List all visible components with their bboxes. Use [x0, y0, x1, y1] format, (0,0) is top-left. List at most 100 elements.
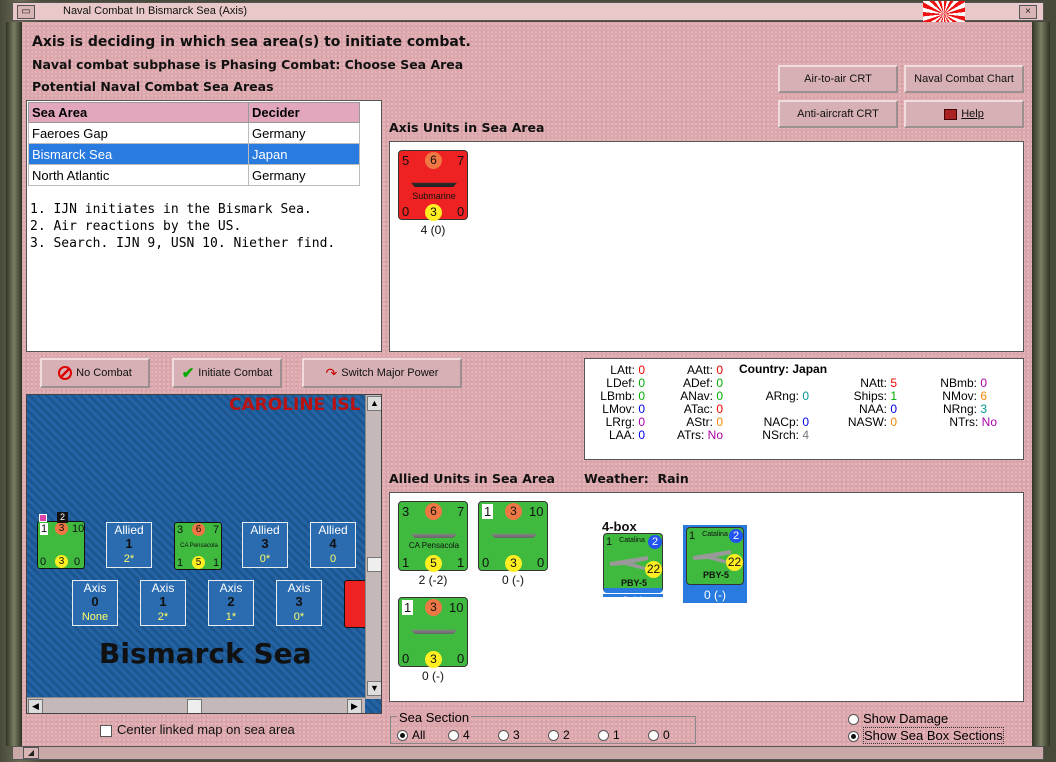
- stat-key: ADef:: [682, 376, 713, 390]
- weather-readout: Weather: Rain: [584, 471, 689, 486]
- stat-value: No: [981, 415, 997, 429]
- box-sub: None: [81, 611, 109, 623]
- counter-a: 0: [40, 556, 47, 568]
- axis-units-heading: Axis Units in Sea Area: [389, 120, 545, 135]
- horizontal-scrollbar[interactable]: ◀ ▶: [27, 697, 365, 713]
- close-icon[interactable]: ×: [1019, 5, 1037, 19]
- section-radio-3[interactable]: 3: [498, 728, 520, 742]
- flag-marker-icon: [39, 514, 47, 522]
- box-number: 1: [159, 594, 167, 609]
- counter-b: 3: [425, 204, 442, 221]
- stat-value: 6: [980, 389, 987, 403]
- stat-key: AStr:: [686, 415, 713, 429]
- initiate-combat-button[interactable]: ✔ Initiate Combat: [172, 358, 282, 388]
- scroll-right-icon[interactable]: ▶: [347, 699, 362, 713]
- axis-submarine-counter[interactable]: 5 6 7 Submarine 0 3 0: [398, 150, 468, 221]
- box-number: 4: [329, 536, 337, 551]
- scroll-thumb[interactable]: [187, 699, 202, 713]
- checkbox-box[interactable]: [100, 724, 112, 737]
- table-header-row: Sea Area Decider: [28, 102, 360, 123]
- allied-air-counter-selected[interactable]: 1 Catalina 2 22 PBY-5: [686, 527, 744, 585]
- help-button[interactable]: Help: [904, 100, 1024, 128]
- section-radio-2[interactable]: 2: [548, 728, 570, 742]
- cell-area: Faeroes Gap: [28, 122, 249, 144]
- counter-range: 22: [645, 561, 662, 578]
- axis-units-panel: 5 6 7 Submarine 0 3 0 4 (0): [389, 141, 1024, 352]
- rising-sun-flag-icon: [923, 1, 965, 23]
- stat-value: 0: [716, 389, 723, 403]
- scroll-down-icon[interactable]: ▼: [367, 681, 381, 696]
- scroll-thumb[interactable]: [367, 557, 381, 572]
- map-unit-counter[interactable]: 1 3 10 0 3 0: [37, 521, 85, 569]
- allied-sea-box[interactable]: Allied 4 0: [310, 522, 356, 568]
- section-radio-4[interactable]: 4: [448, 728, 470, 742]
- box-title: Axis: [219, 581, 243, 595]
- table-row[interactable]: North Atlantic Germany: [28, 164, 360, 186]
- stat-value: 3: [980, 402, 987, 416]
- anti-aircraft-crt-button[interactable]: Anti-aircraft CRT: [778, 100, 898, 128]
- note-line: 3. Search. IJN 9, USN 10. Niether find.: [30, 236, 336, 251]
- allied-convoy-counter[interactable]: 1 3 10 0 3 0: [398, 597, 468, 668]
- table-row-selected[interactable]: Bismarck Sea Japan: [28, 143, 360, 165]
- no-entry-icon: [58, 366, 73, 380]
- show-sections-radio[interactable]: Show Sea Box Sections: [848, 727, 1004, 744]
- table-row[interactable]: Faeroes Gap Germany: [28, 122, 360, 144]
- stat-key: NMov:: [942, 389, 977, 403]
- menu-icon[interactable]: ▭: [17, 5, 35, 19]
- counter-def: 2: [729, 529, 743, 543]
- allied-sea-box[interactable]: Allied 1 2*: [106, 522, 152, 568]
- section-radio-all[interactable]: All: [397, 728, 425, 742]
- section-radio-0[interactable]: 0: [648, 728, 670, 742]
- counter-name: CA Pensacola: [180, 543, 218, 549]
- region-label: CAROLINE ISL: [229, 395, 361, 415]
- cell-area: North Atlantic: [28, 164, 249, 186]
- no-combat-button[interactable]: No Combat: [40, 358, 150, 388]
- linked-map[interactable]: CAROLINE ISL 1 3 10 0 3 0 2 Allied 1 2* …: [26, 394, 382, 714]
- box-sub: 0: [329, 553, 337, 565]
- axis-sea-box[interactable]: Axis 1 2*: [140, 580, 186, 626]
- center-map-label: Center linked map on sea area: [117, 722, 295, 737]
- air-to-air-crt-button[interactable]: Air-to-air CRT: [778, 65, 898, 93]
- country-label: Country:: [739, 362, 789, 376]
- switch-major-power-button[interactable]: ↷ Switch Major Power: [302, 358, 462, 388]
- counter-b: 3: [55, 555, 68, 568]
- radio-label: 1: [613, 728, 620, 742]
- stat-value: 5: [890, 376, 897, 390]
- allied-units-panel: 3 6 7 CA Pensacola 1 5 1 2 (-2) 1 3 10 0…: [389, 492, 1024, 702]
- box-number: 3: [295, 594, 303, 609]
- section-radio-1[interactable]: 1: [598, 728, 620, 742]
- counter-b: 3: [505, 555, 522, 572]
- allied-convoy-counter[interactable]: 1 3 10 0 3 0: [478, 501, 548, 572]
- combat-notes[interactable]: 1. IJN initiates in the Bismark Sea. 2. …: [30, 201, 335, 252]
- axis-sea-box[interactable]: Axis 0 None: [72, 580, 118, 626]
- stat-key: AAtt:: [686, 363, 713, 377]
- box-sub: 2*: [123, 553, 135, 565]
- counter-mov: 7: [457, 504, 465, 519]
- checkmark-icon: ✔: [181, 365, 195, 382]
- naval-combat-chart-button[interactable]: Naval Combat Chart: [904, 65, 1024, 93]
- resize-left-icon[interactable]: ◢: [23, 747, 39, 759]
- cell-decider: Japan: [248, 143, 360, 165]
- map-unit-counter[interactable]: 3 6 7 CA Pensacola 1 5 1: [174, 522, 222, 570]
- stat-key: NACp:: [763, 415, 799, 429]
- stat-value: 0: [890, 402, 897, 416]
- no-combat-label: No Combat: [76, 367, 132, 379]
- allied-ship-counter[interactable]: 3 6 7 CA Pensacola 1 5 1: [398, 501, 468, 572]
- stat-key: NRng:: [942, 402, 977, 416]
- allied-air-counter[interactable]: 1 Catalina 2 22 PBY-5: [603, 533, 663, 593]
- stat-key: Ships:: [853, 389, 887, 403]
- scroll-up-icon[interactable]: ▲: [367, 396, 381, 411]
- scroll-left-icon[interactable]: ◀: [28, 699, 43, 713]
- counter-name: Submarine: [412, 191, 456, 201]
- axis-sea-box[interactable]: Axis 2 1*: [208, 580, 254, 626]
- stat-value: 0: [638, 363, 645, 377]
- weather-label: Weather:: [584, 471, 649, 486]
- stat-key: NBmb:: [940, 376, 977, 390]
- axis-sea-box[interactable]: Axis 3 0*: [276, 580, 322, 626]
- vertical-scrollbar[interactable]: ▲ ▼: [365, 395, 381, 699]
- sea-area-panel: Sea Area Decider Faeroes Gap Germany Bis…: [26, 100, 382, 352]
- show-damage-radio[interactable]: Show Damage: [848, 711, 948, 726]
- allied-sea-box[interactable]: Allied 3 0*: [242, 522, 288, 568]
- center-map-checkbox[interactable]: Center linked map on sea area: [100, 722, 295, 737]
- air-to-air-label: Air-to-air CRT: [804, 73, 872, 85]
